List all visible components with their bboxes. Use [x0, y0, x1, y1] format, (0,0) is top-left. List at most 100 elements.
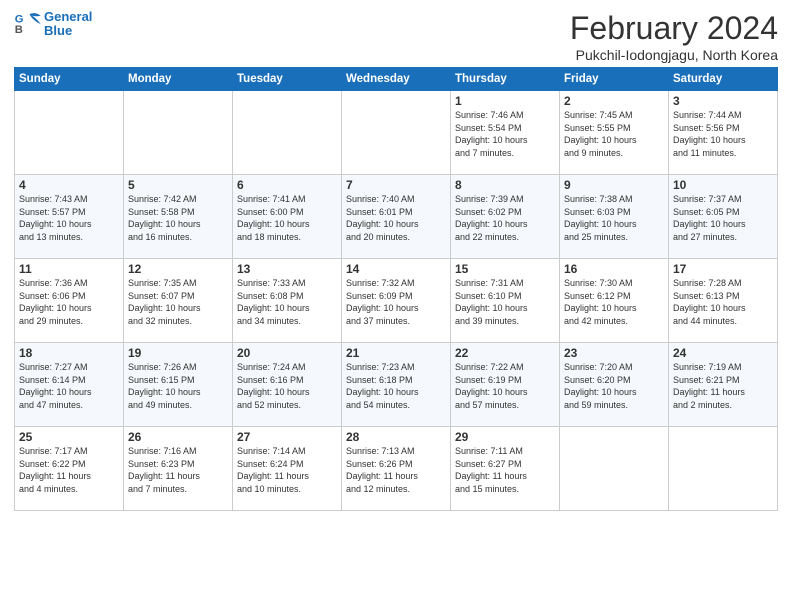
day-info: Sunrise: 7:35 AM Sunset: 6:07 PM Dayligh… [128, 277, 228, 327]
day-number: 3 [673, 94, 773, 108]
day-cell: 2Sunrise: 7:45 AM Sunset: 5:55 PM Daylig… [560, 91, 669, 175]
day-number: 9 [564, 178, 664, 192]
header-tuesday: Tuesday [233, 68, 342, 91]
day-info: Sunrise: 7:31 AM Sunset: 6:10 PM Dayligh… [455, 277, 555, 327]
day-info: Sunrise: 7:43 AM Sunset: 5:57 PM Dayligh… [19, 193, 119, 243]
day-info: Sunrise: 7:24 AM Sunset: 6:16 PM Dayligh… [237, 361, 337, 411]
header-wednesday: Wednesday [342, 68, 451, 91]
page: G B General Blue February 2024 Pukchil-I… [0, 0, 792, 612]
day-info: Sunrise: 7:23 AM Sunset: 6:18 PM Dayligh… [346, 361, 446, 411]
day-cell: 1Sunrise: 7:46 AM Sunset: 5:54 PM Daylig… [451, 91, 560, 175]
logo-text: General Blue [44, 10, 92, 39]
day-info: Sunrise: 7:37 AM Sunset: 6:05 PM Dayligh… [673, 193, 773, 243]
day-info: Sunrise: 7:20 AM Sunset: 6:20 PM Dayligh… [564, 361, 664, 411]
header: G B General Blue February 2024 Pukchil-I… [14, 10, 778, 63]
day-number: 22 [455, 346, 555, 360]
day-info: Sunrise: 7:32 AM Sunset: 6:09 PM Dayligh… [346, 277, 446, 327]
day-info: Sunrise: 7:27 AM Sunset: 6:14 PM Dayligh… [19, 361, 119, 411]
day-number: 10 [673, 178, 773, 192]
calendar-table: Sunday Monday Tuesday Wednesday Thursday… [14, 67, 778, 511]
day-number: 20 [237, 346, 337, 360]
day-info: Sunrise: 7:33 AM Sunset: 6:08 PM Dayligh… [237, 277, 337, 327]
day-cell: 16Sunrise: 7:30 AM Sunset: 6:12 PM Dayli… [560, 259, 669, 343]
day-cell: 29Sunrise: 7:11 AM Sunset: 6:27 PM Dayli… [451, 427, 560, 511]
day-info: Sunrise: 7:16 AM Sunset: 6:23 PM Dayligh… [128, 445, 228, 495]
day-info: Sunrise: 7:11 AM Sunset: 6:27 PM Dayligh… [455, 445, 555, 495]
logo-line1: General [44, 9, 92, 24]
day-number: 19 [128, 346, 228, 360]
day-number: 14 [346, 262, 446, 276]
day-cell: 23Sunrise: 7:20 AM Sunset: 6:20 PM Dayli… [560, 343, 669, 427]
day-info: Sunrise: 7:13 AM Sunset: 6:26 PM Dayligh… [346, 445, 446, 495]
day-cell: 14Sunrise: 7:32 AM Sunset: 6:09 PM Dayli… [342, 259, 451, 343]
location: Pukchil-Iodongjagu, North Korea [570, 47, 778, 63]
day-cell [669, 427, 778, 511]
day-cell [560, 427, 669, 511]
day-cell: 18Sunrise: 7:27 AM Sunset: 6:14 PM Dayli… [15, 343, 124, 427]
day-info: Sunrise: 7:45 AM Sunset: 5:55 PM Dayligh… [564, 109, 664, 159]
day-info: Sunrise: 7:30 AM Sunset: 6:12 PM Dayligh… [564, 277, 664, 327]
day-number: 21 [346, 346, 446, 360]
day-info: Sunrise: 7:38 AM Sunset: 6:03 PM Dayligh… [564, 193, 664, 243]
day-cell [124, 91, 233, 175]
day-cell: 3Sunrise: 7:44 AM Sunset: 5:56 PM Daylig… [669, 91, 778, 175]
day-cell [233, 91, 342, 175]
week-row-4: 25Sunrise: 7:17 AM Sunset: 6:22 PM Dayli… [15, 427, 778, 511]
day-number: 11 [19, 262, 119, 276]
header-saturday: Saturday [669, 68, 778, 91]
day-cell: 6Sunrise: 7:41 AM Sunset: 6:00 PM Daylig… [233, 175, 342, 259]
day-number: 17 [673, 262, 773, 276]
day-info: Sunrise: 7:41 AM Sunset: 6:00 PM Dayligh… [237, 193, 337, 243]
week-row-3: 18Sunrise: 7:27 AM Sunset: 6:14 PM Dayli… [15, 343, 778, 427]
week-row-0: 1Sunrise: 7:46 AM Sunset: 5:54 PM Daylig… [15, 91, 778, 175]
day-cell: 19Sunrise: 7:26 AM Sunset: 6:15 PM Dayli… [124, 343, 233, 427]
day-info: Sunrise: 7:44 AM Sunset: 5:56 PM Dayligh… [673, 109, 773, 159]
day-cell: 17Sunrise: 7:28 AM Sunset: 6:13 PM Dayli… [669, 259, 778, 343]
title-block: February 2024 Pukchil-Iodongjagu, North … [570, 10, 778, 63]
day-number: 13 [237, 262, 337, 276]
day-info: Sunrise: 7:40 AM Sunset: 6:01 PM Dayligh… [346, 193, 446, 243]
day-number: 24 [673, 346, 773, 360]
header-thursday: Thursday [451, 68, 560, 91]
month-title: February 2024 [570, 10, 778, 47]
logo-line2: Blue [44, 23, 72, 38]
day-cell: 8Sunrise: 7:39 AM Sunset: 6:02 PM Daylig… [451, 175, 560, 259]
day-number: 15 [455, 262, 555, 276]
day-number: 25 [19, 430, 119, 444]
day-cell: 20Sunrise: 7:24 AM Sunset: 6:16 PM Dayli… [233, 343, 342, 427]
day-number: 4 [19, 178, 119, 192]
calendar-body: 1Sunrise: 7:46 AM Sunset: 5:54 PM Daylig… [15, 91, 778, 511]
day-number: 18 [19, 346, 119, 360]
day-number: 6 [237, 178, 337, 192]
day-cell: 15Sunrise: 7:31 AM Sunset: 6:10 PM Dayli… [451, 259, 560, 343]
logo: G B General Blue [14, 10, 92, 39]
day-number: 2 [564, 94, 664, 108]
header-monday: Monday [124, 68, 233, 91]
day-cell: 11Sunrise: 7:36 AM Sunset: 6:06 PM Dayli… [15, 259, 124, 343]
day-number: 5 [128, 178, 228, 192]
calendar-header: Sunday Monday Tuesday Wednesday Thursday… [15, 68, 778, 91]
day-info: Sunrise: 7:36 AM Sunset: 6:06 PM Dayligh… [19, 277, 119, 327]
day-cell: 10Sunrise: 7:37 AM Sunset: 6:05 PM Dayli… [669, 175, 778, 259]
day-cell: 28Sunrise: 7:13 AM Sunset: 6:26 PM Dayli… [342, 427, 451, 511]
header-friday: Friday [560, 68, 669, 91]
day-number: 27 [237, 430, 337, 444]
day-info: Sunrise: 7:28 AM Sunset: 6:13 PM Dayligh… [673, 277, 773, 327]
day-info: Sunrise: 7:17 AM Sunset: 6:22 PM Dayligh… [19, 445, 119, 495]
day-cell: 4Sunrise: 7:43 AM Sunset: 5:57 PM Daylig… [15, 175, 124, 259]
day-number: 29 [455, 430, 555, 444]
day-cell: 25Sunrise: 7:17 AM Sunset: 6:22 PM Dayli… [15, 427, 124, 511]
day-cell: 21Sunrise: 7:23 AM Sunset: 6:18 PM Dayli… [342, 343, 451, 427]
day-cell: 5Sunrise: 7:42 AM Sunset: 5:58 PM Daylig… [124, 175, 233, 259]
day-info: Sunrise: 7:14 AM Sunset: 6:24 PM Dayligh… [237, 445, 337, 495]
day-info: Sunrise: 7:26 AM Sunset: 6:15 PM Dayligh… [128, 361, 228, 411]
day-cell: 27Sunrise: 7:14 AM Sunset: 6:24 PM Dayli… [233, 427, 342, 511]
day-info: Sunrise: 7:19 AM Sunset: 6:21 PM Dayligh… [673, 361, 773, 411]
day-cell [342, 91, 451, 175]
day-number: 12 [128, 262, 228, 276]
day-info: Sunrise: 7:42 AM Sunset: 5:58 PM Dayligh… [128, 193, 228, 243]
header-row: Sunday Monday Tuesday Wednesday Thursday… [15, 68, 778, 91]
day-number: 26 [128, 430, 228, 444]
day-cell: 9Sunrise: 7:38 AM Sunset: 6:03 PM Daylig… [560, 175, 669, 259]
day-cell: 7Sunrise: 7:40 AM Sunset: 6:01 PM Daylig… [342, 175, 451, 259]
